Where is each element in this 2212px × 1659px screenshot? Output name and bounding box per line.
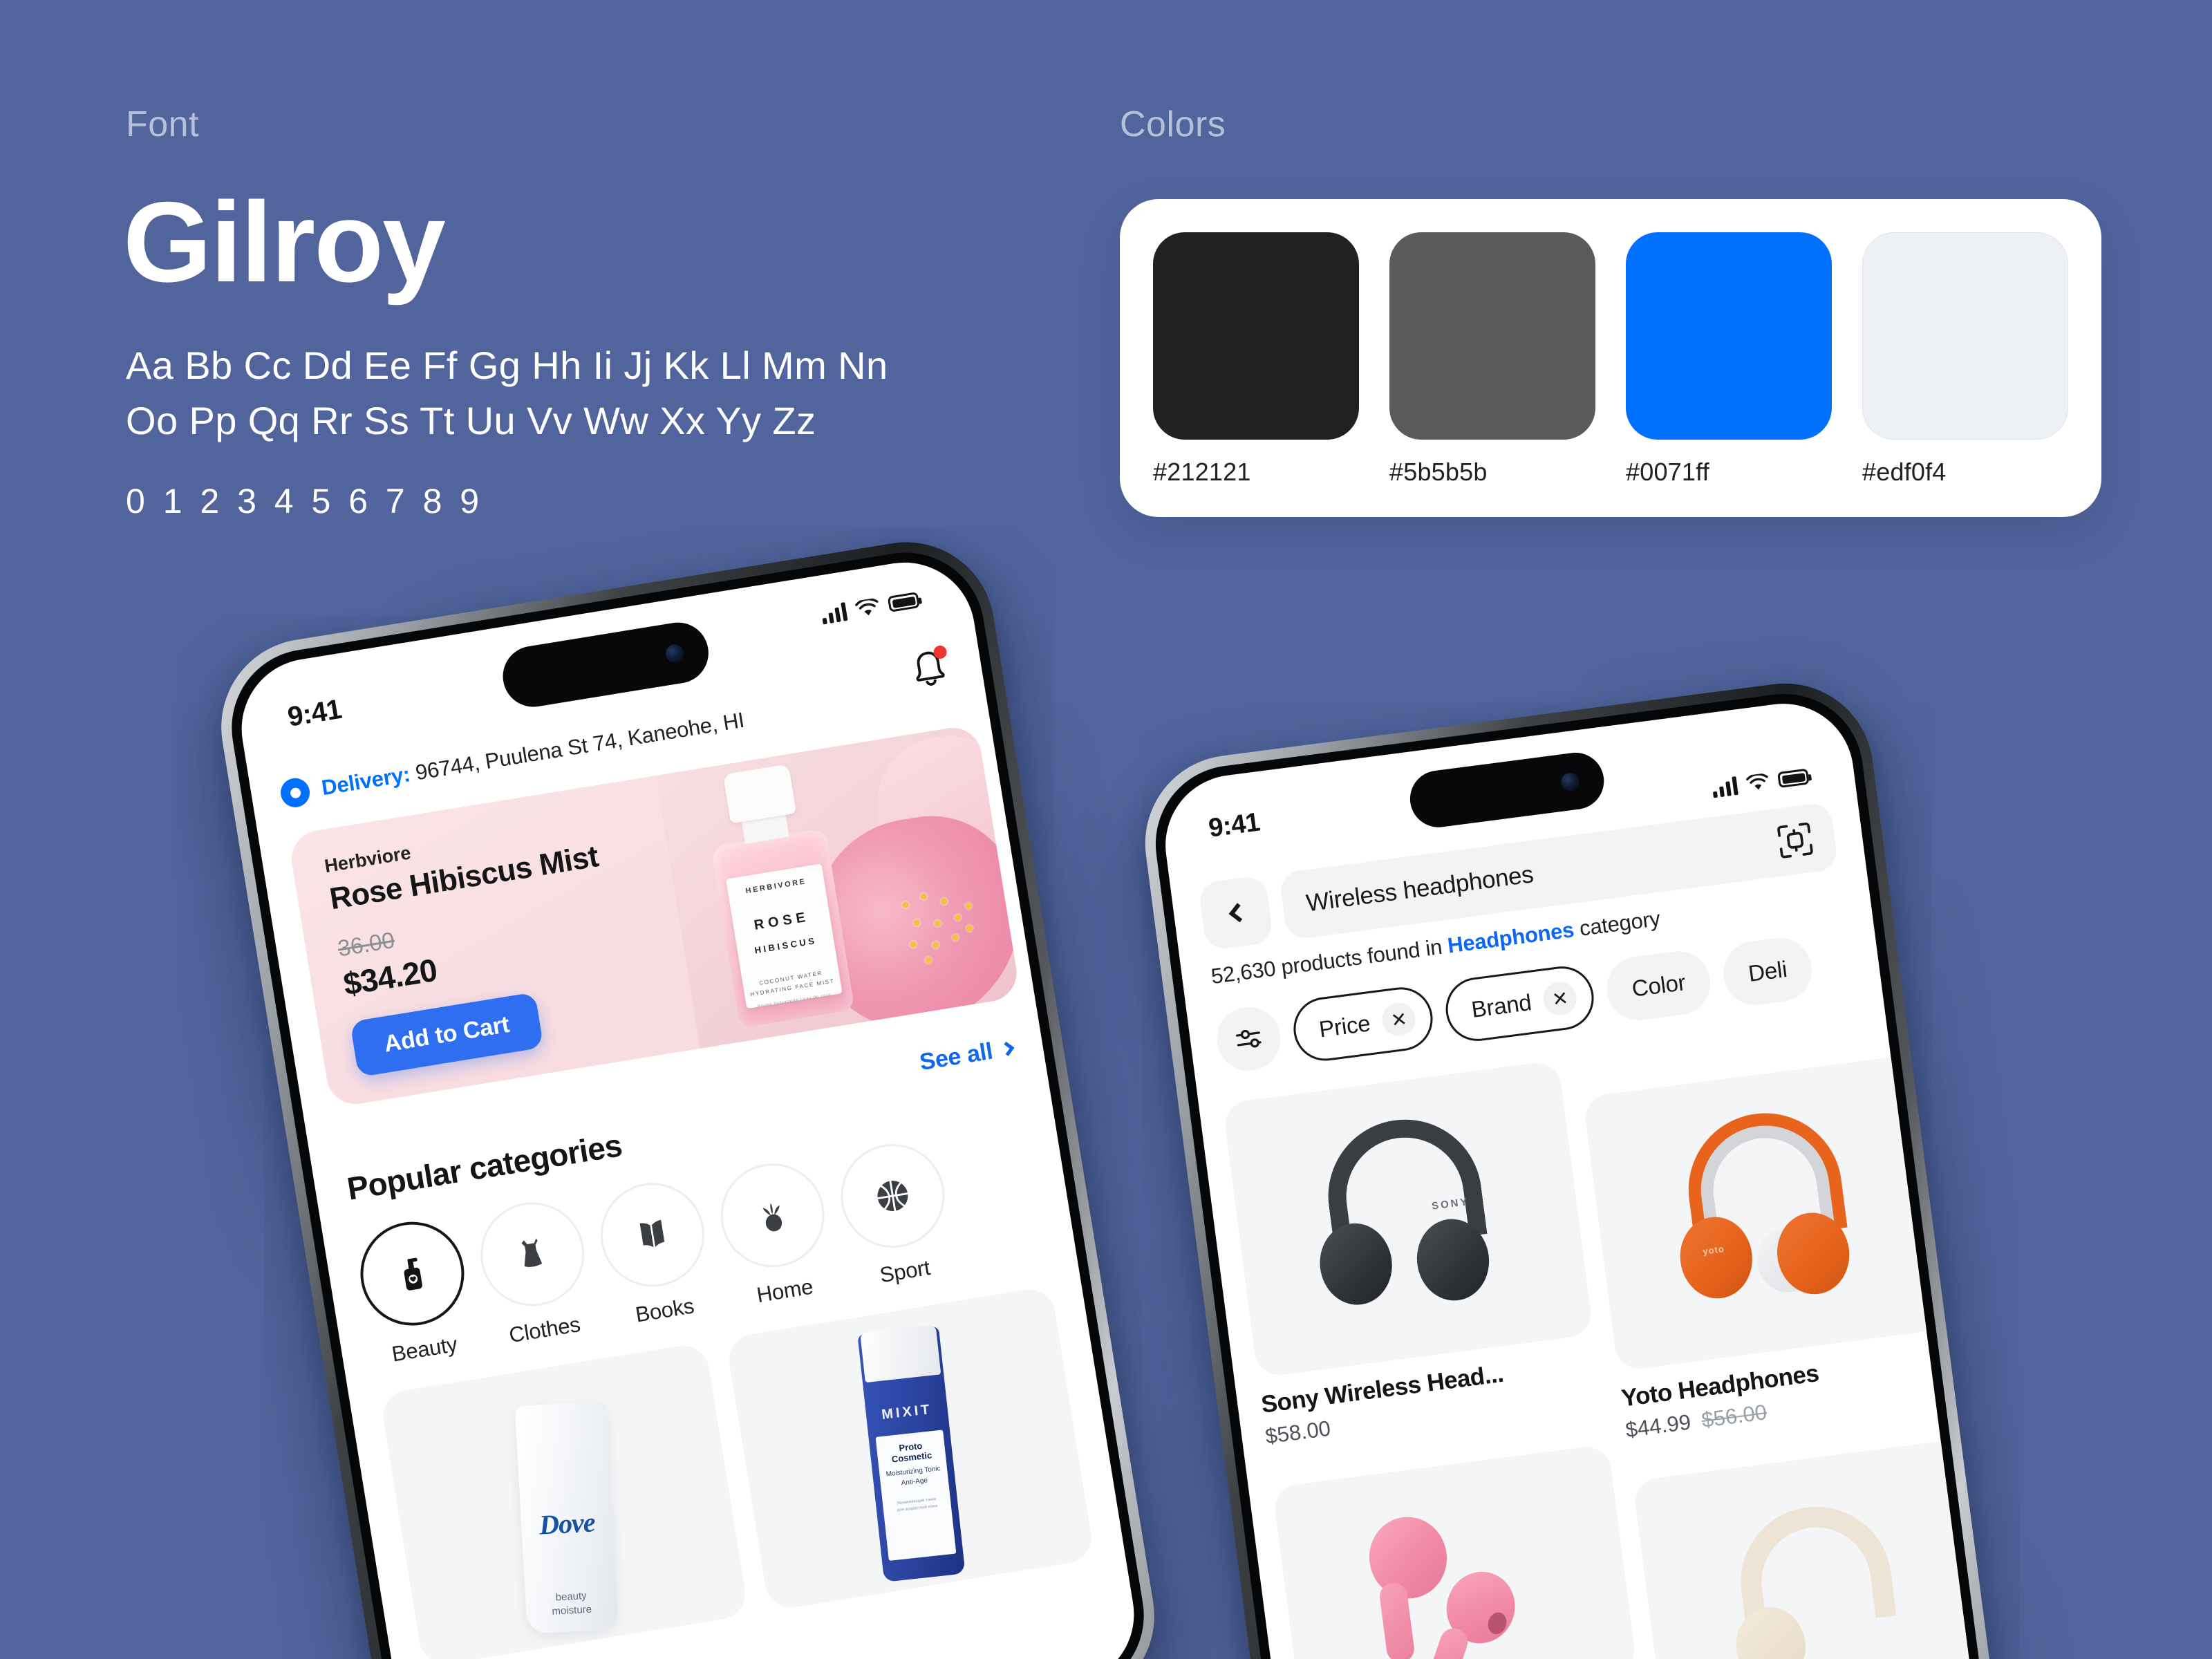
category-icon-wrap	[592, 1175, 712, 1295]
results-count-suffix: category	[1572, 906, 1662, 941]
category-icon-wrap	[473, 1194, 592, 1314]
home-content: Delivery: 96744, Puulena St 74, Kaneohe,…	[232, 552, 1145, 1659]
filter-chip-label: Color	[1630, 969, 1687, 1002]
delivery-label: Delivery:	[319, 762, 412, 800]
plant-vase-icon	[762, 1203, 782, 1232]
product-image: yoto	[1582, 1053, 1954, 1372]
results-category-link[interactable]: Headphones	[1446, 917, 1575, 957]
search-content: Wireless headphones 52,630 products foun…	[1157, 695, 1982, 1659]
bottle-label-brand: HERBIVORE	[744, 877, 807, 896]
promo-banner-photo: HERBIVORE ROSE HIBISCUS COCONUT WATER HY…	[655, 723, 1021, 1049]
location-pin-icon	[278, 776, 312, 809]
flower-pollen	[897, 883, 991, 971]
category-item-beauty[interactable]: Beauty	[353, 1214, 478, 1370]
earbud-left	[1364, 1512, 1452, 1659]
product-image	[1632, 1437, 1982, 1659]
yoto-orange-headphones-image: yoto	[1656, 1097, 1881, 1329]
category-label: Home	[755, 1274, 815, 1308]
beige-headphones-image	[1714, 1493, 1921, 1659]
filter-chip-label: Price	[1318, 1010, 1372, 1042]
mixit-bottle-image: MIXIT Proto Cosmetic Moisturizing Tonic …	[856, 1324, 966, 1582]
mixit-cap	[859, 1324, 941, 1383]
chevron-left-icon	[1228, 903, 1248, 923]
product-card-beige-headphones[interactable]	[1632, 1437, 1982, 1659]
filter-chip-color[interactable]: Color	[1603, 947, 1714, 1024]
dress-icon	[521, 1238, 543, 1267]
filter-chip-brand[interactable]: Brand ✕	[1442, 962, 1598, 1045]
mixit-label-title: Proto Cosmetic	[890, 1440, 932, 1465]
see-all-label: See all	[917, 1038, 995, 1076]
bottle-sprayer-cap	[722, 764, 797, 824]
mixit-label-fine: Увлажняющий тоник для возрастной кожи	[896, 1497, 937, 1513]
phone-mockup-home: 9:41 Delivery: 96744, Puulena St 74, Kan…	[208, 529, 1168, 1659]
filter-sliders-icon	[1236, 1029, 1262, 1048]
lotion-bottle-icon	[404, 1257, 422, 1291]
product-card-dove[interactable]: Dove beauty moisture	[379, 1342, 749, 1659]
category-item-books[interactable]: Books	[592, 1175, 718, 1331]
category-icon-wrap	[353, 1214, 472, 1333]
filter-chip-delivery[interactable]: Deli	[1719, 934, 1816, 1009]
search-input-value: Wireless headphones	[1304, 861, 1535, 917]
category-label: Beauty	[390, 1331, 459, 1367]
product-card-mixit[interactable]: MIXIT Proto Cosmetic Moisturizing Tonic …	[725, 1286, 1096, 1612]
category-label: Clothes	[507, 1311, 582, 1348]
product-card-sony[interactable]: SONY Sony Wireless Head... $58.00	[1222, 1060, 1608, 1489]
scan-icon	[1777, 823, 1813, 859]
category-label: Books	[633, 1293, 696, 1327]
filter-chip-label: Brand	[1470, 989, 1533, 1022]
filter-chip-label: Deli	[1746, 955, 1789, 986]
see-all-categories-link[interactable]: See all	[918, 1035, 1015, 1076]
earbud-right	[1425, 1562, 1525, 1659]
remove-filter-icon[interactable]: ✕	[1541, 980, 1579, 1018]
mixit-label: Proto Cosmetic Moisturizing Tonic Anti-A…	[875, 1430, 956, 1562]
dove-tube-image: Dove beauty moisture	[514, 1401, 619, 1634]
promo-carousel-card-next-2[interactable]	[1087, 705, 1145, 970]
category-item-clothes[interactable]: Clothes	[473, 1194, 598, 1350]
phone-bezel: 9:41 Wireless headphones 52,630 products…	[1146, 684, 1992, 1659]
bottle-label-line2: HIBISCUS	[753, 935, 818, 956]
promo-banner-copy: Herbviore Rose Hibiscus Mist 36.00 $34.2…	[323, 813, 626, 1078]
category-item-sport[interactable]: Sport	[833, 1136, 958, 1292]
pink-earbuds-image	[1360, 1498, 1552, 1659]
sony-black-headphones-image: SONY	[1295, 1103, 1521, 1335]
phone-mockup-search: 9:41 Wireless headphones 52,630 products…	[1134, 673, 2004, 1659]
product-price: $58.00	[1264, 1416, 1332, 1449]
product-image: SONY	[1222, 1060, 1594, 1378]
back-button[interactable]	[1197, 874, 1274, 951]
category-icon-wrap	[713, 1156, 832, 1275]
earbud-head	[1364, 1512, 1452, 1604]
mixit-brand-word: MIXIT	[880, 1402, 933, 1423]
add-to-cart-button[interactable]: Add to Cart	[350, 992, 544, 1078]
dove-subtext: beauty moisture	[551, 1589, 592, 1618]
filter-sliders-button[interactable]	[1212, 1003, 1284, 1075]
bottle-label-line1: ROSE	[753, 909, 811, 933]
dove-brand-word: Dove	[538, 1506, 596, 1541]
bottle-label: HERBIVORE ROSE HIBISCUS COCONUT WATER HY…	[726, 863, 843, 1009]
basketball-icon	[877, 1181, 908, 1212]
mixit-label-sub: Moisturizing Tonic Anti-Age	[885, 1465, 941, 1487]
product-card-yoto[interactable]: yoto Yoto Headphones $44.99 $56.00	[1582, 1053, 1963, 1443]
phone-bezel: 9:41 Delivery: 96744, Puulena St 74, Kan…	[220, 541, 1156, 1659]
home-screen: 9:41 Delivery: 96744, Puulena St 74, Kan…	[231, 552, 1145, 1659]
search-results-screen: 9:41 Wireless headphones 52,630 products…	[1156, 695, 1982, 1659]
phone-mockups-stage: 9:41 Delivery: 96744, Puulena St 74, Kan…	[0, 0, 2212, 1659]
remove-filter-icon[interactable]: ✕	[1380, 1000, 1418, 1038]
category-icon-wrap	[833, 1136, 953, 1256]
chevron-right-icon	[1000, 1041, 1015, 1056]
scan-button[interactable]	[1772, 818, 1817, 863]
open-book-icon	[639, 1219, 665, 1248]
category-label: Sport	[878, 1255, 932, 1288]
filter-chip-price[interactable]: Price ✕	[1289, 983, 1437, 1065]
category-item-home[interactable]: Home	[713, 1156, 838, 1311]
bottle-nozzle	[734, 773, 770, 791]
